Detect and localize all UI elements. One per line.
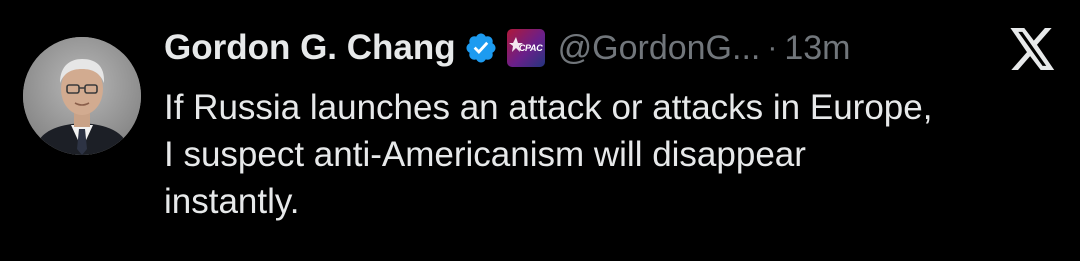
author-handle[interactable]: @GordonG... (558, 29, 761, 68)
tweet-timestamp[interactable]: 13m (784, 29, 850, 68)
meta-separator: · (767, 31, 778, 64)
author-display-name[interactable]: Gordon G. Chang (164, 28, 456, 68)
cpac-affiliate-label: CPAC (518, 43, 543, 53)
tweet-card[interactable]: Gordon G. Chang CPAC @GordonG... · 13m I… (0, 0, 1080, 261)
cpac-affiliate-icon[interactable]: CPAC (506, 29, 545, 67)
tweet-body: If Russia launches an attack or attacks … (164, 84, 1064, 225)
verified-badge-icon[interactable] (464, 31, 498, 65)
tweet-header: Gordon G. Chang CPAC @GordonG... · 13m (164, 22, 851, 74)
x-logo-icon[interactable] (1010, 28, 1056, 70)
author-avatar[interactable] (23, 37, 141, 155)
tweet-text-line: If Russia launches an attack or attacks … (164, 88, 933, 127)
tweet-text-line: instantly. (164, 182, 300, 221)
tweet-text-line: I suspect anti-Americanism will disappea… (164, 135, 806, 174)
avatar-photo-icon (23, 37, 141, 155)
